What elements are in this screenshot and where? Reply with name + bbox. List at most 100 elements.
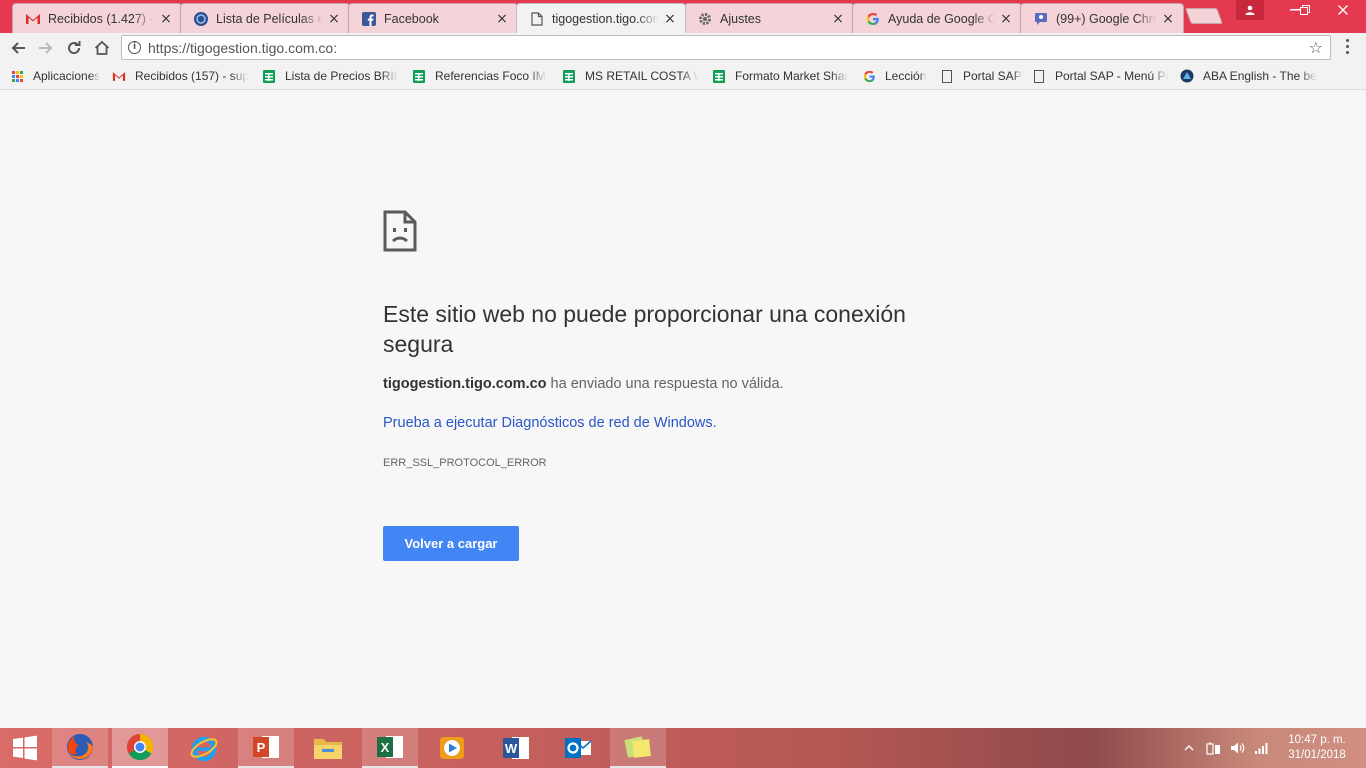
user-profile-button[interactable] xyxy=(1236,0,1264,20)
close-icon[interactable]: × xyxy=(159,11,173,27)
close-icon xyxy=(1338,5,1348,15)
tab-ajustes[interactable]: Ajustes × xyxy=(684,3,854,33)
chevron-up-icon xyxy=(1184,745,1194,751)
browser-menu-button[interactable] xyxy=(1344,39,1350,54)
bookmark-aba-english[interactable]: ABA English - The be xyxy=(1180,68,1320,84)
tab-chrome-forum[interactable]: (99+) Google Chrom × xyxy=(1020,3,1184,33)
gear-icon xyxy=(697,11,713,27)
arrow-right-icon xyxy=(39,42,53,54)
facebook-icon xyxy=(361,11,377,27)
sheets-icon xyxy=(712,69,726,83)
bookmarks-bar: Aplicaciones Recibidos (157) - sup Lista… xyxy=(0,62,1366,90)
close-icon[interactable]: × xyxy=(327,11,341,27)
windows-logo-icon xyxy=(13,735,37,761)
address-url[interactable]: https://tigogestion.tigo.com.co: xyxy=(148,40,337,56)
tab-ayuda-chrome[interactable]: Ayuda de Google Ch × xyxy=(852,3,1022,33)
clock-time: 10:47 p. m. xyxy=(1288,734,1346,746)
tab-facebook[interactable]: Facebook × xyxy=(348,3,518,33)
restore-icon xyxy=(1300,5,1310,15)
taskbar-firefox[interactable] xyxy=(52,728,108,768)
file-explorer-icon xyxy=(314,739,342,759)
google-icon xyxy=(862,69,876,83)
show-hidden-icons-button[interactable] xyxy=(1184,728,1194,768)
tab-title: (99+) Google Chrom xyxy=(1056,11,1157,26)
reload-icon xyxy=(68,41,81,55)
bookmark-label: Recibidos (157) - sup xyxy=(135,69,248,83)
word-icon: W xyxy=(503,737,529,759)
bookmark-recibidos[interactable]: Recibidos (157) - sup xyxy=(112,68,248,84)
taskbar-outlook[interactable] xyxy=(550,728,606,768)
bookmark-portal-sap[interactable]: Portal SAP xyxy=(940,68,1022,84)
close-icon[interactable]: × xyxy=(495,11,509,27)
error-message: ha enviado una respuesta no válida. xyxy=(546,376,784,392)
home-button[interactable] xyxy=(90,36,114,60)
bookmark-formato-market[interactable]: Formato Market Shar xyxy=(712,68,848,84)
page-icon xyxy=(1032,69,1046,83)
reload-page-button[interactable]: Volver a cargar xyxy=(383,526,519,561)
taskbar-file-explorer[interactable] xyxy=(300,728,356,768)
taskbar-internet-explorer[interactable] xyxy=(176,728,232,768)
bookmark-star-icon[interactable]: ☆ xyxy=(1309,38,1323,57)
volume-tray-button[interactable] xyxy=(1230,728,1246,768)
info-icon[interactable]: i xyxy=(128,41,141,54)
media-player-icon xyxy=(440,737,464,759)
taskbar-word[interactable]: W xyxy=(488,728,544,768)
browser-toolbar: i https://tigogestion.tigo.com.co: ☆ xyxy=(0,33,1366,62)
close-icon[interactable]: × xyxy=(999,11,1013,27)
tab-title: Facebook xyxy=(384,11,439,26)
clock-date: 31/01/2018 xyxy=(1288,749,1346,761)
bookmark-label: Portal SAP - Menú Pr xyxy=(1055,69,1168,83)
network-tray-button[interactable] xyxy=(1254,728,1270,768)
close-icon[interactable]: × xyxy=(831,11,845,27)
bookmark-leccion[interactable]: Lección xyxy=(862,68,926,84)
tab-title: Ayuda de Google Ch xyxy=(888,11,995,26)
bookmark-aplicaciones[interactable]: Aplicaciones xyxy=(10,68,100,84)
gmail-icon xyxy=(25,11,41,27)
outlook-icon xyxy=(565,738,592,758)
arrow-left-icon xyxy=(11,42,25,54)
taskbar-excel[interactable]: X xyxy=(362,728,418,768)
page-icon xyxy=(529,11,545,27)
power-tray-button[interactable] xyxy=(1206,728,1222,768)
tab-strip: Recibidos (1.427) - j × Lista de Películ… xyxy=(0,0,1366,33)
taskbar-clock[interactable]: 10:47 p. m. 31/01/2018 xyxy=(1280,733,1354,763)
new-tab-button[interactable] xyxy=(1185,8,1223,24)
sheets-icon xyxy=(412,69,426,83)
taskbar-chrome[interactable] xyxy=(112,728,168,768)
bookmark-ms-retail[interactable]: MS RETAIL COSTA W xyxy=(562,68,698,84)
tab-tigogestion[interactable]: tigogestion.tigo.com × xyxy=(516,3,686,33)
svg-text:P: P xyxy=(257,740,266,755)
address-bar[interactable]: i https://tigogestion.tigo.com.co: ☆ xyxy=(121,35,1331,60)
taskbar-sticky-notes[interactable] xyxy=(610,728,666,768)
tab-gmail[interactable]: Recibidos (1.427) - j × xyxy=(12,3,182,33)
signal-icon xyxy=(1255,743,1268,754)
tab-peliculas[interactable]: Lista de Películas en × xyxy=(180,3,350,33)
bookmark-lista-precios[interactable]: Lista de Precios BRILL xyxy=(262,68,398,84)
forward-button[interactable] xyxy=(34,36,58,60)
windows-taskbar: P X W 10:47 p. m. 31/01/2018 xyxy=(0,728,1366,768)
reload-button[interactable] xyxy=(62,36,86,60)
close-icon[interactable]: × xyxy=(663,11,677,27)
battery-plug-icon xyxy=(1206,742,1220,755)
taskbar-media-player[interactable] xyxy=(424,728,480,768)
speaker-icon xyxy=(1231,742,1245,754)
apps-icon xyxy=(10,69,24,83)
bookmark-label: Portal SAP xyxy=(963,69,1022,83)
bookmark-referencias[interactable]: Referencias Foco IM xyxy=(412,68,548,84)
bookmark-label: Aplicaciones xyxy=(33,69,101,83)
chrome-icon xyxy=(126,733,154,761)
close-window-button[interactable] xyxy=(1320,0,1366,20)
tab-title: Recibidos (1.427) - j xyxy=(48,11,155,26)
back-button[interactable] xyxy=(6,36,30,60)
tab-title: Lista de Películas en xyxy=(216,11,323,26)
start-button[interactable] xyxy=(0,728,50,768)
network-diagnostics-link[interactable]: Prueba a ejecutar Diagnósticos de red de… xyxy=(383,415,717,431)
close-icon[interactable]: × xyxy=(1161,11,1175,27)
sticky-notes-icon xyxy=(624,736,651,758)
bookmark-portal-sap-menu[interactable]: Portal SAP - Menú Pr xyxy=(1032,68,1168,84)
bookmark-label: Lista de Precios BRILL xyxy=(285,69,398,83)
page-content: Este sitio web no puede proporcionar una… xyxy=(0,91,1366,728)
bookmark-label: Lección xyxy=(885,69,927,83)
taskbar-powerpoint[interactable]: P xyxy=(238,728,294,768)
error-title: Este sitio web no puede proporcionar una… xyxy=(383,301,906,357)
